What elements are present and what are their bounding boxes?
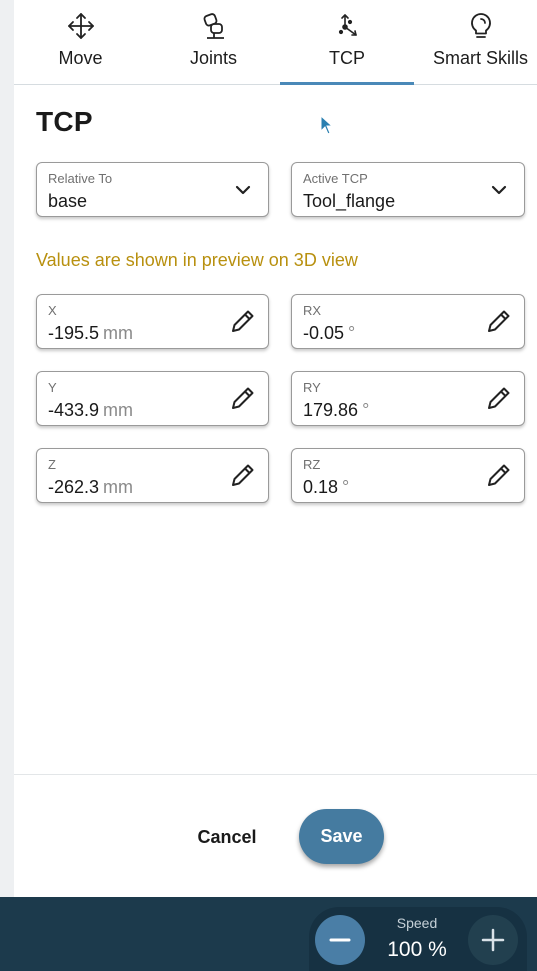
ry-value-text: 179.86 ° [303, 400, 369, 421]
x-value-text: -195.5 mm [48, 323, 133, 344]
tab-move-label: Move [58, 48, 103, 68]
rz-value: 0.18 [303, 477, 339, 497]
rx-label: RX [303, 303, 322, 318]
plus-icon [481, 928, 505, 952]
ry-label: RY [303, 380, 321, 395]
tcp-icon [332, 11, 362, 41]
lightbulb-icon [466, 11, 496, 41]
x-value: -195.5 [48, 323, 100, 343]
joints-icon [199, 11, 229, 41]
ry-unit: ° [362, 400, 370, 420]
rz-label: RZ [303, 457, 321, 472]
active-tcp-value: Tool_flange [303, 191, 396, 211]
page-title: TCP [36, 106, 93, 137]
speed-label: Speed [396, 915, 438, 931]
active-tcp-label: Active TCP [303, 171, 368, 186]
left-edge-strip [0, 0, 14, 897]
active-tcp-select[interactable]: Active TCP Tool_flange [291, 162, 525, 217]
z-field[interactable]: Z -262.3 mm [36, 448, 269, 503]
edit-pencil-icon[interactable] [228, 383, 258, 418]
z-value-text: -262.3 mm [48, 477, 133, 498]
y-label: Y [48, 380, 57, 395]
rx-value: -0.05 [303, 323, 345, 343]
edit-pencil-icon[interactable] [228, 306, 258, 341]
rz-value-text: 0.18 ° [303, 477, 349, 498]
ry-value: 179.86 [303, 400, 359, 420]
minus-icon [329, 938, 351, 942]
relative-to-select[interactable]: Relative To base [36, 162, 269, 217]
tab-joints[interactable]: Joints [147, 0, 280, 84]
tab-bar: Move Joints TCP Smart Skills [14, 0, 537, 85]
move-icon [66, 11, 96, 41]
edit-pencil-icon[interactable] [228, 460, 258, 495]
rz-unit: ° [342, 477, 350, 497]
speed-increase-button[interactable] [468, 915, 518, 965]
tab-tcp[interactable]: TCP [280, 0, 414, 85]
tab-smart-skills[interactable]: Smart Skills [414, 0, 537, 84]
x-label: X [48, 303, 57, 318]
edit-pencil-icon[interactable] [484, 383, 514, 418]
tab-tcp-label: TCP [329, 48, 365, 68]
x-unit: mm [103, 323, 134, 343]
y-value: -433.9 [48, 400, 100, 420]
tab-move[interactable]: Move [14, 0, 147, 84]
rz-field[interactable]: RZ 0.18 ° [291, 448, 525, 503]
tab-smart-skills-label: Smart Skills [432, 48, 528, 68]
y-value-text: -433.9 mm [48, 400, 133, 421]
y-unit: mm [103, 400, 134, 420]
rx-value-text: -0.05 ° [303, 323, 355, 344]
footer-divider [14, 774, 537, 775]
speed-decrease-button[interactable] [315, 915, 365, 965]
chevron-down-icon [490, 181, 508, 204]
rx-unit: ° [348, 323, 356, 343]
rx-field[interactable]: RX -0.05 ° [291, 294, 525, 349]
speed-value: 100 % [387, 938, 447, 961]
preview-info-text: Values are shown in preview on 3D view [36, 250, 358, 270]
z-value: -262.3 [48, 477, 100, 497]
z-label: Z [48, 457, 56, 472]
relative-to-value: base [48, 191, 88, 211]
y-field[interactable]: Y -433.9 mm [36, 371, 269, 426]
chevron-down-icon [234, 181, 252, 204]
edit-pencil-icon[interactable] [484, 306, 514, 341]
edit-pencil-icon[interactable] [484, 460, 514, 495]
relative-to-label: Relative To [48, 171, 113, 186]
cancel-button[interactable]: Cancel [190, 818, 264, 856]
tab-joints-label: Joints [189, 48, 238, 68]
mouse-cursor-icon [320, 114, 334, 140]
z-unit: mm [103, 477, 134, 497]
save-button[interactable]: Save [299, 809, 384, 864]
x-field[interactable]: X -195.5 mm [36, 294, 269, 349]
ry-field[interactable]: RY 179.86 ° [291, 371, 525, 426]
